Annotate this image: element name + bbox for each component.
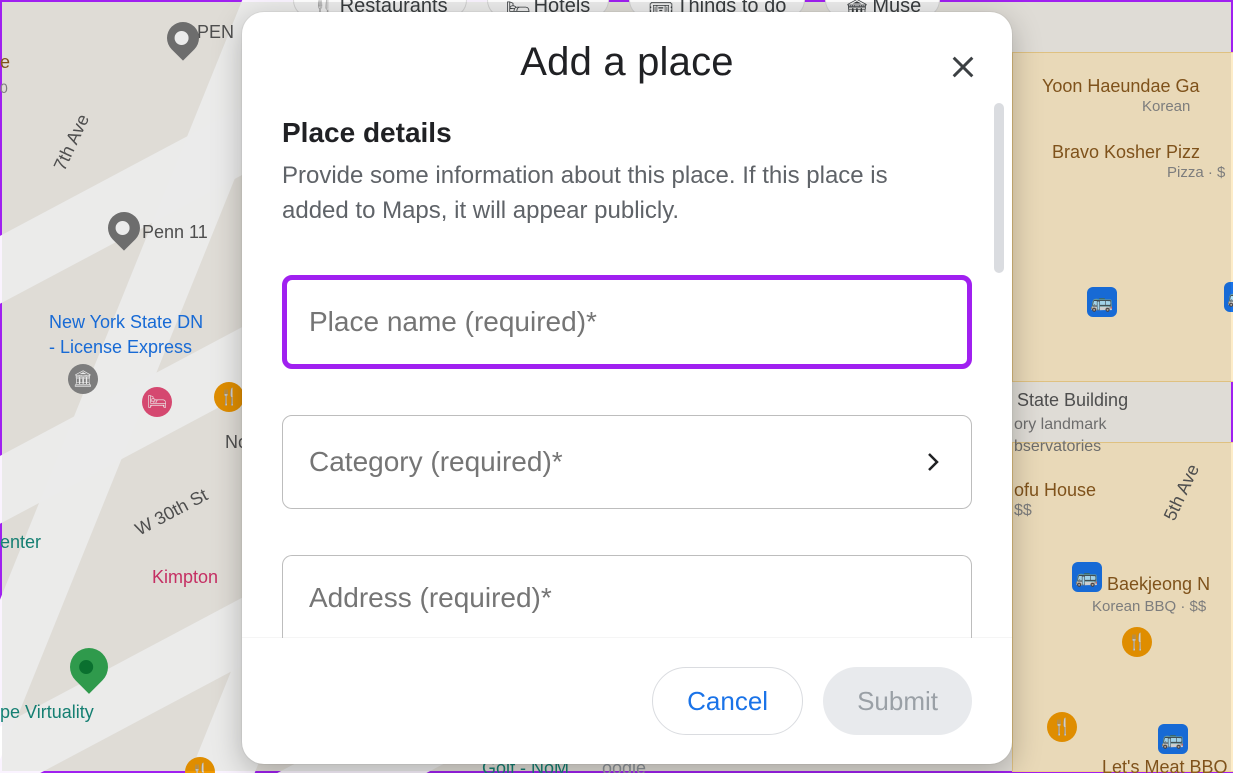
map-label-edge: e xyxy=(0,52,10,73)
transit-icon[interactable]: 🚌 xyxy=(1072,562,1102,592)
input-placeholder: Category (required)* xyxy=(309,446,563,478)
scrollbar-thumb[interactable] xyxy=(994,103,1004,273)
map-label-pen: PEN xyxy=(197,22,234,43)
map-label-penn11: Penn 11 xyxy=(142,222,208,243)
map-label-bravo1: Bravo Kosher Pizz xyxy=(1052,142,1200,163)
map-label-lets: Let's Meat BBQ xyxy=(1102,757,1228,773)
button-label: Cancel xyxy=(687,686,768,717)
map-label-tofu1: ofu House xyxy=(1014,480,1096,501)
government-icon[interactable]: 🏛 xyxy=(68,364,98,394)
input-placeholder: Address (required)* xyxy=(309,582,552,614)
map-label-7th-ave: 7th Ave xyxy=(50,111,94,174)
map-label-dmv1: New York State DN xyxy=(49,312,203,333)
restaurant-icon[interactable]: 🍴 xyxy=(1047,712,1077,742)
hotel-icon[interactable]: 🛏 xyxy=(142,387,172,417)
category-select[interactable]: Category (required)* xyxy=(282,415,972,509)
modal-header: Add a place xyxy=(242,12,1012,95)
map-label-esb2: ory landmark xyxy=(1014,416,1106,434)
map-label-esb1: State Building xyxy=(1017,390,1128,411)
modal-body: Place details Provide some information a… xyxy=(242,95,1012,638)
modal-title: Add a place xyxy=(282,40,972,85)
section-description: Provide some information about this plac… xyxy=(282,159,922,229)
input-placeholder: Place name (required)* xyxy=(309,306,597,338)
map-label-zero: 0 xyxy=(0,80,8,96)
close-button[interactable] xyxy=(942,46,984,88)
address-input[interactable]: Address (required)* xyxy=(282,555,972,638)
map-label-kimpton: Kimpton xyxy=(152,567,218,588)
map-label-baek2: Korean BBQ · $$ xyxy=(1092,598,1206,615)
map-label-baek1: Baekjeong N xyxy=(1107,574,1210,595)
place-name-input[interactable]: Place name (required)* xyxy=(282,275,972,369)
cancel-button[interactable]: Cancel xyxy=(652,667,803,735)
section-title: Place details xyxy=(282,117,972,149)
map-label-virtuality: pe Virtuality xyxy=(0,702,94,723)
submit-button: Submit xyxy=(823,667,972,735)
chevron-right-icon xyxy=(921,450,945,474)
restaurant-icon[interactable]: 🍴 xyxy=(214,382,244,412)
button-label: Submit xyxy=(857,686,938,717)
map-label-dmv2: - License Express xyxy=(49,337,192,358)
add-place-modal: Add a place Place details Provide some i… xyxy=(242,12,1012,764)
modal-footer: Cancel Submit xyxy=(242,638,1012,764)
map-label-esb3: bservatories xyxy=(1014,438,1101,456)
close-icon xyxy=(949,53,977,81)
transit-icon[interactable]: 🚌 xyxy=(1158,724,1188,754)
map-label-tofu2: $$ xyxy=(1014,502,1032,520)
map-category-chips: 🍴 Restaurants 🛏 Hotels 🎟 Things to do 🏛 … xyxy=(2,0,1231,12)
map-label-yoon2: Korean xyxy=(1142,98,1190,115)
map-label-yoon1: Yoon Haeundae Ga xyxy=(1042,76,1199,97)
transit-icon[interactable]: 🚌 xyxy=(1087,287,1117,317)
map-label-w30: W 30th St xyxy=(132,485,212,541)
map-label-center: enter xyxy=(0,532,41,553)
restaurant-icon[interactable]: 🍴 xyxy=(1122,627,1152,657)
map-label-bravo2: Pizza · $ xyxy=(1167,164,1225,181)
transit-icon[interactable]: 🚌 xyxy=(1224,282,1233,312)
